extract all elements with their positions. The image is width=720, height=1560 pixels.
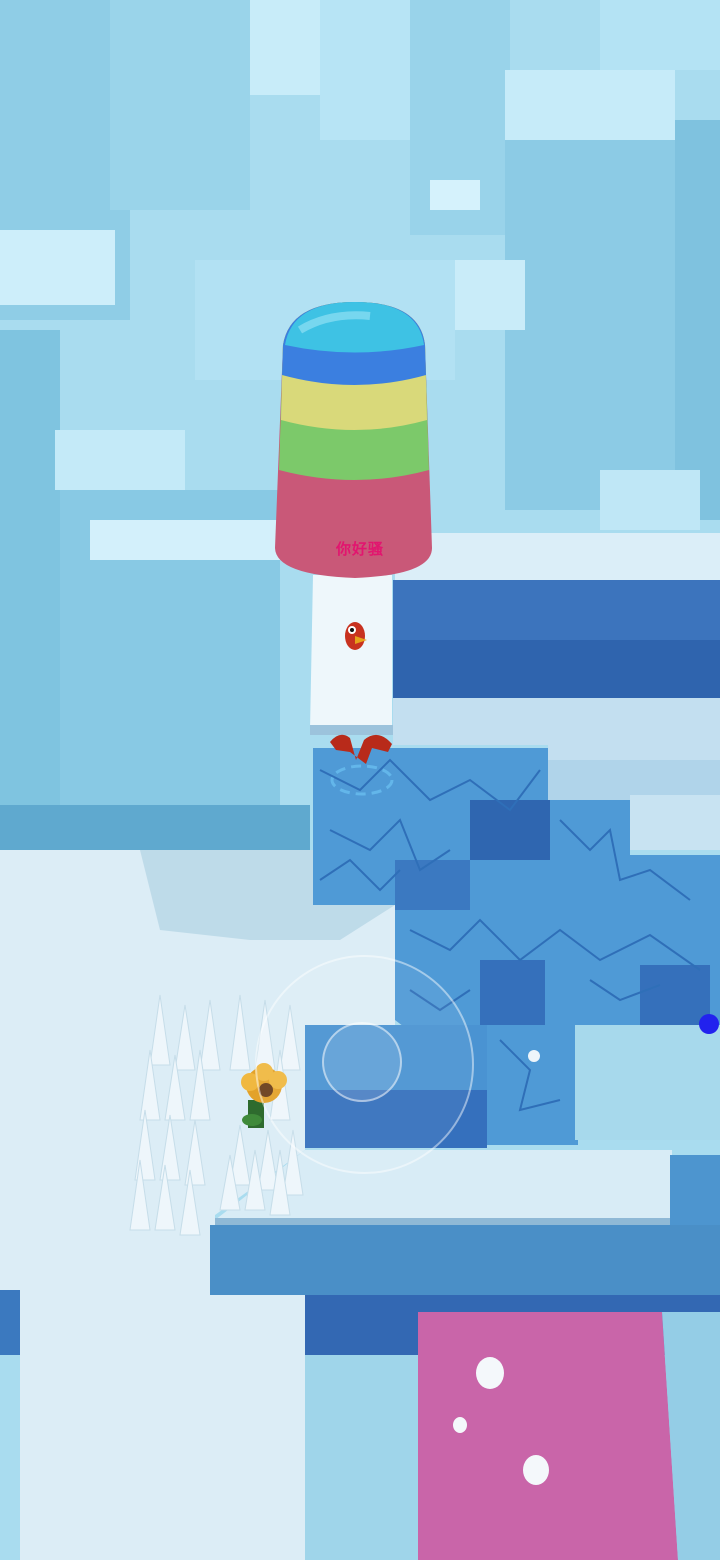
snowball	[523, 1455, 549, 1485]
snowball	[528, 1050, 540, 1062]
snowball	[453, 1417, 467, 1433]
direction-marker	[699, 1014, 719, 1034]
tower-label: 你好骚	[335, 540, 384, 558]
rainbow-tower	[275, 302, 432, 578]
game-scene	[0, 0, 720, 1560]
joystick-knob[interactable]	[322, 1022, 402, 1102]
start-walkway	[310, 575, 394, 735]
snowball	[476, 1357, 504, 1389]
pink-pad	[418, 1312, 678, 1560]
